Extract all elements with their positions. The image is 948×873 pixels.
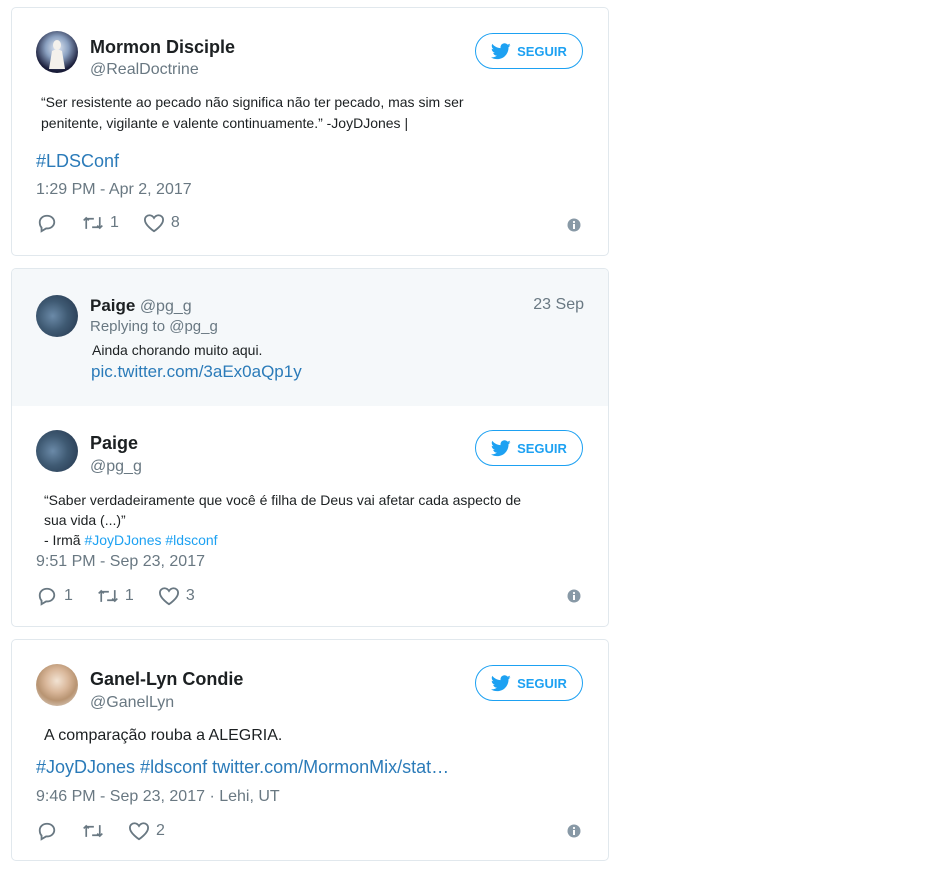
twitter-bird-icon [491, 675, 511, 692]
info-icon[interactable] [567, 589, 581, 603]
tweet-text-line: penitente, vigilante e valente continuam… [41, 115, 409, 131]
tweet-actions: 1 8 [36, 213, 204, 233]
parent-user-handle[interactable]: @pg_g [140, 298, 192, 315]
like-count: 2 [156, 822, 165, 839]
user-handle[interactable]: @RealDoctrine [90, 61, 199, 79]
reply-icon [36, 586, 58, 606]
reply-button[interactable] [36, 821, 58, 841]
retweet-button[interactable]: 1 [97, 586, 134, 606]
avatar[interactable] [36, 664, 78, 706]
avatar[interactable] [36, 31, 78, 73]
display-name[interactable]: Paige [90, 433, 138, 454]
follow-button[interactable]: SEGUIR [475, 665, 583, 701]
retweet-icon [82, 821, 104, 841]
hashtag-link[interactable]: #LDSConf [36, 151, 119, 172]
tweet-text-line: “Saber verdadeiramente que você é filha … [44, 492, 522, 508]
parent-media-link[interactable]: pic.twitter.com/3aEx0aQp1y [91, 362, 302, 382]
like-button[interactable]: 8 [143, 213, 180, 233]
retweet-icon [82, 213, 104, 233]
info-icon[interactable] [567, 824, 581, 838]
retweet-icon [97, 586, 119, 606]
like-button[interactable]: 3 [158, 586, 195, 606]
retweet-button[interactable] [82, 821, 104, 841]
tweet-card-ganel-lyn-condie: Ganel-Lyn Condie @GanelLyn SEGUIR A comp… [11, 639, 609, 861]
info-icon[interactable] [567, 218, 581, 232]
parent-tweet-text: Ainda chorando muito aqui. [92, 342, 263, 358]
retweet-button[interactable]: 1 [82, 213, 119, 233]
reply-button[interactable]: 1 [36, 586, 73, 606]
tweet-card-mormon-disciple: Mormon Disciple @RealDoctrine SEGUIR “Se… [11, 7, 609, 256]
tweet-text: “Ser resistente ao pecado não significa … [41, 92, 464, 134]
tweet-text-line: - Irmã #JoyDJones #ldsconf [44, 530, 521, 550]
tweet-text-line: sua vida (...)” [44, 512, 126, 528]
user-handle[interactable]: @GanelLyn [90, 694, 174, 712]
reply-icon [36, 821, 58, 841]
follow-label: SEGUIR [517, 440, 567, 456]
reply-icon [36, 213, 58, 233]
replying-to[interactable]: Replying to @pg_g [90, 318, 218, 335]
tweet-actions: 1 1 3 [36, 586, 219, 606]
like-button[interactable]: 2 [128, 821, 165, 841]
user-handle[interactable]: @pg_g [90, 458, 142, 476]
timestamp[interactable]: 9:51 PM - Sep 23, 2017 [36, 553, 205, 571]
heart-icon [158, 586, 180, 606]
heart-icon [143, 213, 165, 233]
tweet-card-paige: Paige @pg_g 23 Sep Replying to @pg_g Ain… [11, 268, 609, 627]
text-prefix: - Irmã [44, 532, 85, 548]
twitter-bird-icon [491, 440, 511, 457]
tweet-actions: 2 [36, 821, 189, 841]
tweet-text: “Saber verdadeiramente que você é filha … [44, 490, 521, 550]
parent-display-name[interactable]: Paige [90, 296, 135, 315]
tweet-text: A comparação rouba a ALEGRIA. [44, 727, 283, 744]
reply-count: 1 [64, 587, 73, 604]
timestamp[interactable]: 1:29 PM - Apr 2, 2017 [36, 181, 192, 199]
parent-tweet[interactable] [12, 269, 608, 406]
follow-label: SEGUIR [517, 43, 567, 59]
tweet-links[interactable]: #JoyDJones #ldsconf twitter.com/MormonMi… [36, 757, 449, 778]
parent-author: Paige @pg_g [90, 296, 192, 316]
follow-button[interactable]: SEGUIR [475, 430, 583, 466]
twitter-bird-icon [491, 43, 511, 60]
follow-button[interactable]: SEGUIR [475, 33, 583, 69]
retweet-count: 1 [124, 587, 134, 604]
retweet-count: 1 [110, 214, 119, 231]
follow-label: SEGUIR [517, 675, 567, 691]
avatar[interactable] [36, 430, 78, 472]
tweet-text-line: “Ser resistente ao pecado não significa … [41, 94, 464, 110]
display-name[interactable]: Ganel-Lyn Condie [90, 669, 243, 690]
hashtag-link[interactable]: #ldsconf [165, 532, 217, 548]
like-count: 3 [185, 587, 195, 604]
avatar[interactable] [36, 295, 78, 337]
like-count: 8 [170, 214, 180, 231]
reply-button[interactable] [36, 213, 58, 233]
parent-date[interactable]: 23 Sep [533, 296, 584, 314]
hashtag-link[interactable]: #JoyDJones [84, 532, 161, 548]
timestamp[interactable]: 9:46 PM - Sep 23, 2017 · Lehi, UT [36, 788, 280, 806]
display-name[interactable]: Mormon Disciple [90, 37, 235, 58]
heart-icon [128, 821, 150, 841]
